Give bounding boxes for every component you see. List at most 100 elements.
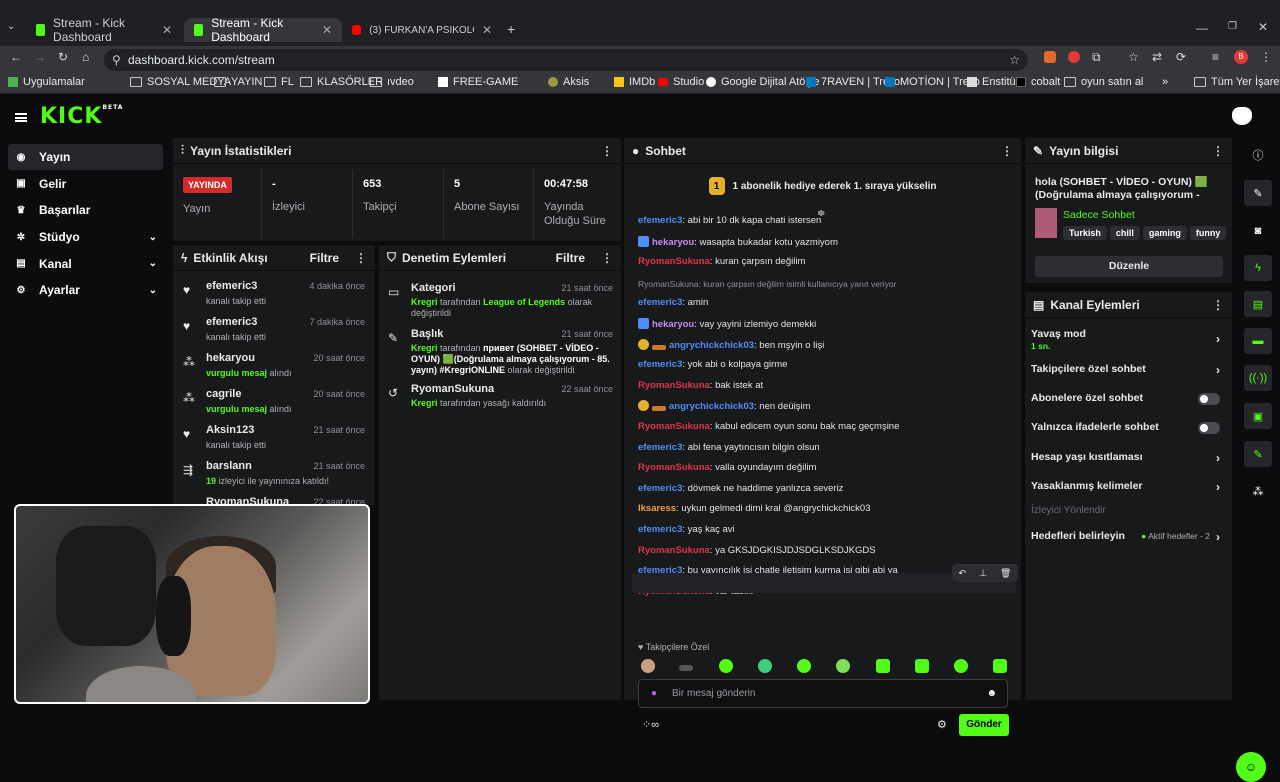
sidebar-item-ayarlar[interactable]: ⚙ Ayarlar ⌄ xyxy=(8,277,163,303)
reply-icon[interactable]: ↶ xyxy=(959,568,967,579)
activity-user[interactable]: Aksin123 xyxy=(206,424,254,436)
wrench-icon[interactable]: ✎ xyxy=(1244,441,1272,467)
more-options-icon[interactable]: ⋮ xyxy=(601,251,613,265)
forward-icon[interactable]: → xyxy=(34,50,46,64)
media-icon[interactable]: ≡ xyxy=(1212,50,1219,64)
banned-words-row[interactable]: Yasaklanmış kelimeler › xyxy=(1025,480,1230,502)
chat-username[interactable]: efemeric3 xyxy=(638,483,682,494)
activity-user[interactable]: barslann xyxy=(206,460,252,472)
chat-username[interactable]: lksaress xyxy=(638,503,676,514)
activity-user[interactable]: efemeric3 xyxy=(206,316,257,328)
chat-username[interactable]: RyomanSukuna xyxy=(638,256,710,267)
bookmark-folder-all[interactable]: Tüm Yer İşaretleri xyxy=(1194,76,1280,88)
chat-message[interactable]: hekaryou: wasapta bukadar kotu yazmiyom xyxy=(638,235,838,248)
translate-icon[interactable]: ⇄ xyxy=(1152,50,1162,64)
emote-icon[interactable] xyxy=(915,659,929,673)
emote-icon[interactable] xyxy=(876,659,890,673)
chat-message[interactable]: efemeric3: yok abi o kolpaya girme xyxy=(638,359,787,370)
restore-icon[interactable]: ❐ xyxy=(1228,21,1237,32)
tag[interactable]: Turkish xyxy=(1063,226,1107,240)
community-icon[interactable]: ⁂ xyxy=(1244,478,1272,504)
chat-message[interactable]: RyomanSukuna: ya GKSJDGKISJDJSDGLKSDJKGD… xyxy=(638,545,876,556)
chat-message[interactable]: RyomanSukuna: bak istek at xyxy=(638,380,763,391)
sidebar-item-yayin[interactable]: ◉ Yayın xyxy=(8,144,163,170)
bookmark-link[interactable]: MOTİON | Trello xyxy=(885,76,980,88)
site-info-icon[interactable]: ⚲ xyxy=(112,49,121,71)
tag[interactable]: funny xyxy=(1189,226,1227,240)
chat-username[interactable]: efemeric3 xyxy=(638,297,682,308)
emote-icon[interactable] xyxy=(993,659,1007,673)
set-targets-row[interactable]: Hedefleri belirleyin ● Aktif hedefler - 2… xyxy=(1025,530,1230,552)
activity-user[interactable]: efemeric3 xyxy=(206,280,257,292)
bookmark-apps[interactable]: Uygulamalar xyxy=(8,76,85,88)
chat-username[interactable]: RyomanSukuna xyxy=(638,421,710,432)
chat-username[interactable]: hekaryou xyxy=(652,319,694,330)
bookmark-link[interactable]: IMDb xyxy=(614,76,655,88)
user-avatar[interactable] xyxy=(1232,107,1252,125)
more-options-icon[interactable]: ⋮ xyxy=(355,251,367,265)
menu-hamburger-icon[interactable] xyxy=(15,113,27,122)
emote-icon[interactable] xyxy=(679,665,693,671)
bookmark-link[interactable]: Google Dijital Atölye xyxy=(706,76,819,88)
emote-icon[interactable] xyxy=(836,659,850,673)
delete-icon[interactable]: 🗑 xyxy=(1000,568,1011,579)
chat-message[interactable]: RyomanSukuna: kabul edicem oyun sonu bak… xyxy=(638,421,899,432)
chat-username[interactable]: RyomanSukuna xyxy=(638,462,710,473)
bookmark-folder[interactable]: ıvdeo xyxy=(370,76,414,88)
bookmark-folder[interactable]: FL xyxy=(264,76,294,88)
emote-only-toggle[interactable] xyxy=(1198,422,1220,434)
pinned-gift-banner[interactable]: 1 1 abonelik hediye ederek 1. sıraya yüks… xyxy=(624,166,1021,206)
emote-icon[interactable] xyxy=(758,659,772,673)
bookmark-link[interactable]: cobalt xyxy=(1016,76,1060,88)
minimize-icon[interactable]: — xyxy=(1196,21,1208,35)
account-age-row[interactable]: Hesap yaşı kısıtlaması › xyxy=(1025,451,1230,473)
close-tab-icon[interactable]: ✕ xyxy=(482,23,492,37)
sidebar-item-gelir[interactable]: ▣ Gelir xyxy=(8,171,163,197)
chat-message[interactable]: efemeric3: yaş kaç avi xyxy=(638,524,735,535)
chat-message[interactable]: efemeric3: abi bir 10 dk kapa chati iste… xyxy=(638,215,821,226)
slow-mode-row[interactable]: Yavaş mod 1 sn. › xyxy=(1025,328,1230,351)
chat-username[interactable]: angrychickchick03 xyxy=(669,401,754,412)
bookmarks-star-icon[interactable]: ☆ xyxy=(1128,50,1139,64)
pencil-icon[interactable]: ✎ xyxy=(1244,180,1272,206)
sidebar-item-kanal[interactable]: ▤ Kanal ⌄ xyxy=(8,251,163,277)
chat-username[interactable]: efemeric3 xyxy=(638,359,682,370)
extensions-puzzle-icon[interactable]: ⧉ xyxy=(1092,50,1101,65)
camera-icon[interactable]: ◙ xyxy=(1244,218,1272,244)
tab-search-icon[interactable]: ⌄ xyxy=(7,21,15,32)
document-icon[interactable]: ▤ xyxy=(1244,291,1272,317)
emote-icon[interactable] xyxy=(719,659,733,673)
chat-username[interactable]: RyomanSukuna xyxy=(638,380,710,391)
microphone-icon[interactable]: ● xyxy=(651,680,657,707)
category-link[interactable]: Sadece Sohbet xyxy=(1063,209,1135,221)
pin-icon[interactable]: ⊥ xyxy=(979,568,987,579)
emoji-picker-icon[interactable]: ☻ xyxy=(986,680,997,707)
bookmark-link[interactable]: FREE-GAME xyxy=(438,76,518,88)
sync-icon[interactable]: ⟳ xyxy=(1176,50,1186,64)
chat-message[interactable]: efemeric3: dövmek ne haddime yanlızca se… xyxy=(638,483,843,494)
chat-username[interactable]: efemeric3 xyxy=(638,215,682,226)
browser-tab-active[interactable]: Stream - Kick Dashboard ✕ xyxy=(184,16,342,44)
bookmark-link[interactable]: Studio xyxy=(658,76,704,88)
back-icon[interactable]: ← xyxy=(10,50,22,64)
broadcast-icon[interactable]: ((·)) xyxy=(1244,365,1272,391)
filter-button[interactable]: Filtre xyxy=(310,251,339,265)
more-options-icon[interactable]: ⋮ xyxy=(1001,144,1013,158)
home-icon[interactable]: ⌂ xyxy=(82,50,89,64)
activity-user[interactable]: hekaryou xyxy=(206,352,255,364)
emote-icon[interactable] xyxy=(797,659,811,673)
more-options-icon[interactable]: ⋮ xyxy=(1212,298,1224,312)
tag[interactable]: gaming xyxy=(1142,226,1187,240)
chat-icon[interactable]: ▬ xyxy=(1244,328,1272,354)
sidebar-item-studyo[interactable]: ✲ Stüdyo ⌄ xyxy=(8,224,163,250)
mod-user[interactable]: Kregri xyxy=(411,398,438,408)
browser-tab[interactable]: (3) FURKAN'A PSİKOLOJİK KIŞK... ✕ xyxy=(342,18,502,42)
bookmark-link[interactable]: Aksis xyxy=(548,76,589,88)
emote-only-row[interactable]: Yalnızca ifadelerle sohbet xyxy=(1025,421,1230,443)
sidebar-item-basarilar[interactable]: ♛ Başarılar xyxy=(8,197,163,223)
kick-logo[interactable]: KICKBETA xyxy=(40,104,123,129)
chat-message[interactable]: efemeric3: amin xyxy=(638,297,708,308)
browser-menu-icon[interactable]: ⋮ xyxy=(1260,50,1272,64)
subs-only-row[interactable]: Abonelere özel sohbet xyxy=(1025,392,1230,414)
subs-only-toggle[interactable] xyxy=(1198,393,1220,405)
